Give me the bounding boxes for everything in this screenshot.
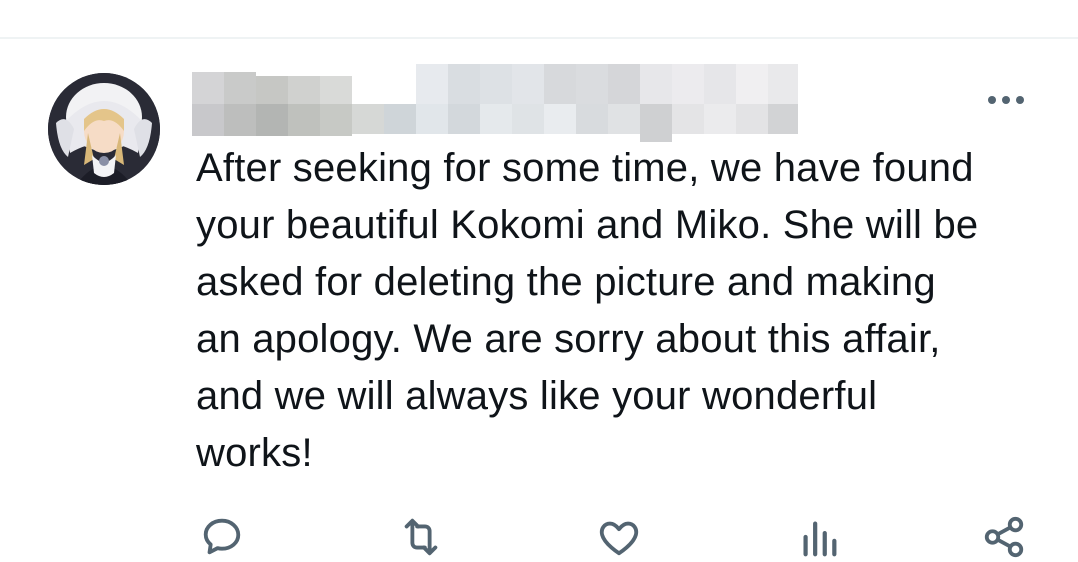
tweet-text-line: After seeking for some time, we have fou… — [196, 146, 974, 190]
more-options-button[interactable] — [982, 88, 1030, 112]
share-icon — [984, 516, 1024, 558]
analytics-button[interactable] — [795, 514, 843, 562]
author-name-redacted — [192, 64, 810, 142]
tweet-text-line: asked for deleting the picture and makin… — [196, 260, 936, 304]
more-horizontal-icon — [988, 96, 1024, 104]
share-button[interactable] — [980, 514, 1028, 562]
like-button[interactable] — [595, 514, 643, 562]
anime-character-avatar-icon — [48, 73, 160, 185]
analytics-icon — [803, 521, 837, 557]
tweet-text-line: your beautiful Kokomi and Miko. She will… — [196, 203, 979, 247]
reply-icon — [203, 518, 241, 555]
reply-button[interactable] — [198, 514, 246, 562]
author-avatar[interactable] — [48, 73, 160, 185]
top-divider — [0, 37, 1078, 39]
tweet-text-line: and we will always like your wonderful — [196, 374, 878, 418]
tweet-text: After seeking for some time, we have fou… — [196, 140, 1056, 482]
like-icon — [599, 521, 639, 556]
tweet-text-line: an apology. We are sorry about this affa… — [196, 317, 941, 361]
retweet-button[interactable] — [397, 514, 445, 562]
tweet-text-line: works! — [196, 431, 313, 475]
retweet-icon — [404, 518, 438, 556]
